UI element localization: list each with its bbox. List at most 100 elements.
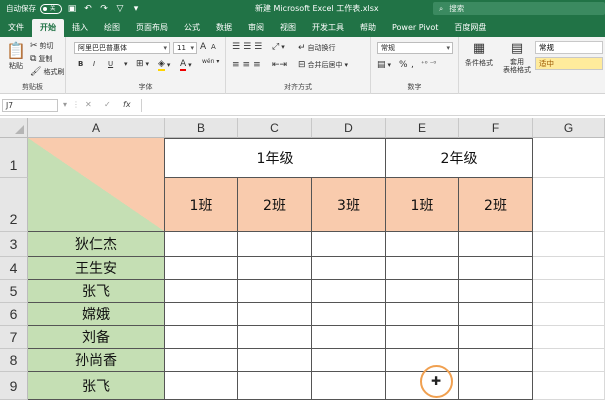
paste-button[interactable]: 📋 粘贴 bbox=[6, 41, 26, 71]
student-name-cell[interactable]: 张飞 bbox=[28, 372, 165, 400]
bold-button[interactable]: B bbox=[78, 60, 83, 68]
score-cell[interactable] bbox=[459, 372, 533, 400]
column-header-a[interactable]: A bbox=[28, 118, 165, 138]
column-header-e[interactable]: E bbox=[386, 118, 459, 138]
score-cell[interactable] bbox=[238, 372, 312, 400]
name-box[interactable]: J7 bbox=[2, 99, 58, 112]
decimal-buttons[interactable]: ⁺⁰ ⁻⁰ bbox=[421, 60, 436, 68]
diagonal-header-cell[interactable] bbox=[28, 138, 165, 232]
vertical-align-buttons[interactable]: ☰☰☰ bbox=[232, 42, 265, 52]
student-name-cell[interactable]: 刘备 bbox=[28, 326, 165, 349]
font-color-button[interactable]: A ▾ bbox=[180, 59, 192, 71]
score-cell[interactable] bbox=[459, 257, 533, 280]
comma-button[interactable]: , bbox=[411, 60, 414, 70]
score-cell[interactable] bbox=[312, 326, 386, 349]
cut-button[interactable]: ✂ 剪切 bbox=[30, 41, 54, 51]
filter-icon[interactable]: ▽ bbox=[114, 3, 126, 15]
fill-color-button[interactable]: ◈ ▾ bbox=[158, 59, 170, 71]
column-header-b[interactable]: B bbox=[165, 118, 238, 138]
score-cell[interactable] bbox=[238, 303, 312, 326]
score-cell[interactable] bbox=[459, 303, 533, 326]
score-cell[interactable] bbox=[165, 349, 238, 372]
tab-0[interactable]: 文件 bbox=[0, 19, 32, 37]
score-cell[interactable] bbox=[312, 232, 386, 257]
student-name-cell[interactable]: 孙尚香 bbox=[28, 349, 165, 372]
cell[interactable] bbox=[533, 138, 605, 178]
cell[interactable] bbox=[533, 372, 605, 400]
currency-button[interactable]: ▤ ▾ bbox=[377, 60, 391, 70]
score-cell[interactable] bbox=[459, 326, 533, 349]
format-painter-button[interactable]: 🖌 格式刷 bbox=[30, 67, 64, 77]
style-normal[interactable]: 常规 bbox=[535, 41, 603, 54]
redo-icon[interactable]: ↷ bbox=[98, 3, 110, 15]
cell[interactable] bbox=[533, 349, 605, 372]
tab-3[interactable]: 绘图 bbox=[96, 19, 128, 37]
row-header-8[interactable]: 8 bbox=[0, 349, 28, 372]
class-header[interactable]: 1班 bbox=[165, 178, 238, 232]
row-header-7[interactable]: 7 bbox=[0, 326, 28, 349]
score-cell[interactable] bbox=[165, 303, 238, 326]
number-format-select[interactable]: 常规 bbox=[377, 42, 453, 54]
score-cell[interactable] bbox=[312, 303, 386, 326]
grade-2-header[interactable]: 2年级 bbox=[386, 138, 533, 178]
score-cell[interactable] bbox=[312, 372, 386, 400]
tab-1[interactable]: 开始 bbox=[32, 19, 64, 37]
tab-7[interactable]: 审阅 bbox=[240, 19, 272, 37]
column-header-f[interactable]: F bbox=[459, 118, 533, 138]
score-cell[interactable] bbox=[312, 257, 386, 280]
score-cell[interactable] bbox=[459, 232, 533, 257]
tab-5[interactable]: 公式 bbox=[176, 19, 208, 37]
score-cell[interactable] bbox=[312, 349, 386, 372]
copy-button[interactable]: ⧉ 复制 bbox=[30, 54, 52, 64]
customize-toolbar-icon[interactable]: ▾ bbox=[130, 3, 142, 15]
column-header-g[interactable]: G bbox=[533, 118, 605, 138]
undo-icon[interactable]: ↶ bbox=[82, 3, 94, 15]
score-cell[interactable] bbox=[238, 326, 312, 349]
score-cell[interactable] bbox=[165, 326, 238, 349]
score-cell[interactable] bbox=[459, 349, 533, 372]
italic-button[interactable]: I bbox=[93, 60, 95, 68]
percent-button[interactable]: % bbox=[399, 60, 408, 70]
cancel-icon[interactable]: ✕ bbox=[85, 100, 92, 109]
indent-buttons[interactable]: ⇤⇥ bbox=[272, 60, 287, 70]
tab-2[interactable]: 插入 bbox=[64, 19, 96, 37]
select-all-button[interactable] bbox=[0, 118, 28, 138]
horizontal-align-buttons[interactable]: ≡≡≡ bbox=[232, 60, 264, 70]
save-icon[interactable]: ▣ bbox=[66, 3, 78, 15]
student-name-cell[interactable]: 嫦娥 bbox=[28, 303, 165, 326]
shrink-font-button[interactable]: A bbox=[211, 43, 216, 51]
cell[interactable] bbox=[533, 326, 605, 349]
format-as-table-button[interactable]: ▤ 套用 表格格式 bbox=[503, 41, 531, 74]
style-neutral[interactable]: 适中 bbox=[535, 57, 603, 70]
score-cell[interactable] bbox=[386, 349, 459, 372]
score-cell[interactable] bbox=[238, 280, 312, 303]
autosave-toggle[interactable]: 关 bbox=[40, 3, 62, 14]
score-cell[interactable] bbox=[165, 280, 238, 303]
tab-11[interactable]: Power Pivot bbox=[384, 19, 446, 37]
class-header[interactable]: 1班 bbox=[386, 178, 459, 232]
column-header-c[interactable]: C bbox=[238, 118, 312, 138]
tab-10[interactable]: 帮助 bbox=[352, 19, 384, 37]
score-cell[interactable] bbox=[459, 280, 533, 303]
grow-font-button[interactable]: A bbox=[200, 42, 206, 52]
score-cell[interactable] bbox=[386, 232, 459, 257]
enter-icon[interactable]: ✓ bbox=[104, 100, 111, 109]
tab-12[interactable]: 百度网盘 bbox=[446, 19, 494, 37]
class-header[interactable]: 3班 bbox=[312, 178, 386, 232]
row-header-4[interactable]: 4 bbox=[0, 257, 28, 280]
conditional-format-button[interactable]: ▦ 条件格式 bbox=[465, 41, 493, 68]
score-cell[interactable] bbox=[165, 257, 238, 280]
insert-function-icon[interactable]: fx bbox=[123, 100, 131, 109]
score-cell[interactable] bbox=[386, 257, 459, 280]
merge-center-button[interactable]: ⊟ 合并后居中 ▾ bbox=[298, 60, 348, 70]
underline-dropdown[interactable]: ▾ bbox=[124, 60, 128, 68]
row-header-9[interactable]: 9 bbox=[0, 372, 28, 400]
row-header-3[interactable]: 3 bbox=[0, 232, 28, 257]
score-cell[interactable] bbox=[238, 349, 312, 372]
wrap-text-button[interactable]: ↵ 自动换行 bbox=[298, 43, 336, 53]
tab-8[interactable]: 视图 bbox=[272, 19, 304, 37]
cell[interactable] bbox=[533, 257, 605, 280]
cell[interactable] bbox=[533, 303, 605, 326]
score-cell[interactable] bbox=[238, 232, 312, 257]
grade-1-header[interactable]: 1年级 bbox=[165, 138, 386, 178]
